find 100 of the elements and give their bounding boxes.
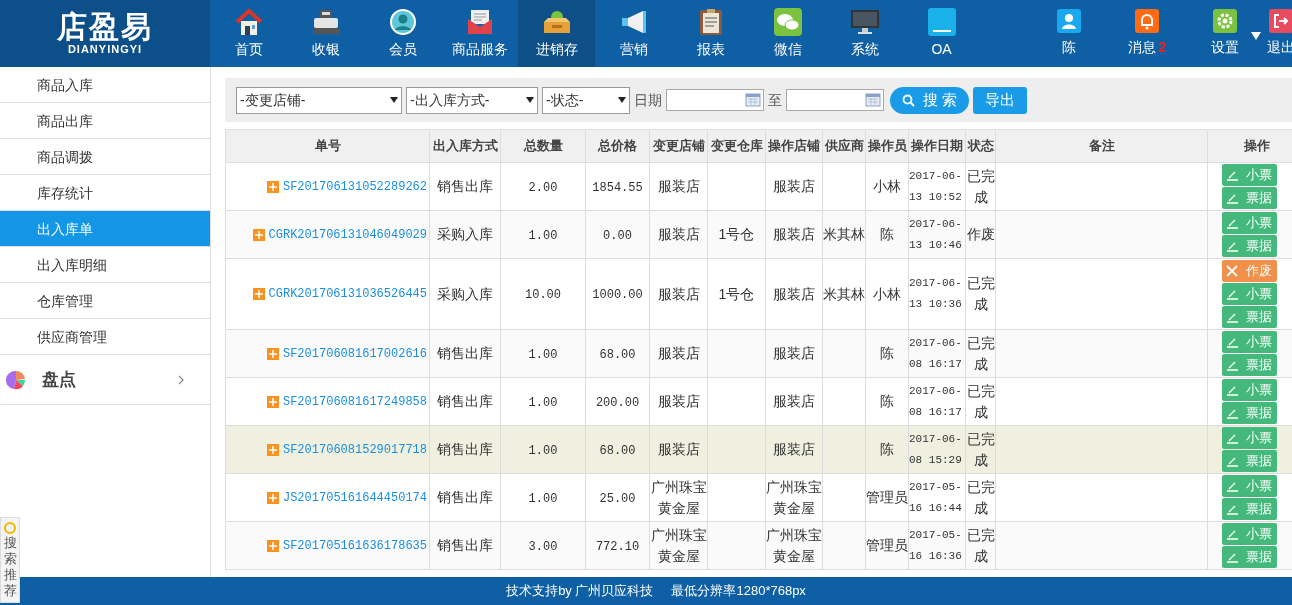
table-cell: 1.00 xyxy=(528,491,558,506)
pencil-icon xyxy=(1226,311,1238,323)
table-cell-text: 服装店 xyxy=(656,177,701,196)
nav-item[interactable]: 商品服务 xyxy=(441,0,518,67)
nav-item[interactable]: 收银 xyxy=(287,0,364,67)
end-date-field[interactable] xyxy=(786,89,884,111)
column-header: 操作日期 xyxy=(908,129,966,163)
sidebar-item[interactable]: 商品调拨 xyxy=(0,139,210,175)
expand-plus-icon[interactable] xyxy=(266,395,279,408)
column-header: 操作店铺 xyxy=(765,129,823,163)
logo-title: 店盈易 xyxy=(57,11,153,43)
sidebar-group[interactable]: 盘点 xyxy=(0,355,210,405)
table-cell: 销售出库 xyxy=(437,178,493,194)
table-cell: 小林 xyxy=(873,178,901,194)
column-header: 操作 xyxy=(1207,129,1292,163)
table-cell: 1号仓 xyxy=(718,285,755,302)
sidebar-item[interactable]: 商品出库 xyxy=(0,103,210,139)
table-cell-text: 广州珠宝黄金屋 xyxy=(766,525,822,566)
table-cell: 1.00 xyxy=(528,347,558,362)
table-cell-text: 服装店 xyxy=(656,225,701,244)
pencil-icon xyxy=(1226,240,1238,252)
pencil-icon xyxy=(1226,432,1238,444)
order-number-link[interactable]: CGRK201706131036526445 xyxy=(268,285,427,303)
nav-item[interactable]: 首页 xyxy=(210,0,287,67)
table-row[interactable]: SF201706081529017718 销售出库 1.00 68.00 服装店 服装店 陈 2017-06-08 15:29 已完成 小票 票据 xyxy=(225,425,1292,474)
calendar-icon xyxy=(745,93,761,107)
sidebar-item[interactable]: 出入库明细 xyxy=(0,247,210,283)
table-cell: 1.00 xyxy=(528,228,558,243)
filter-dropdown[interactable]: -变更店铺- xyxy=(236,86,402,114)
table-cell-text: 2017-06-13 10:52 xyxy=(909,168,963,205)
pencil-icon xyxy=(1226,169,1238,181)
table-cell-text: 2017-06-13 10:36 xyxy=(909,276,963,312)
table-cell: 1号仓 xyxy=(718,226,755,242)
table-cell-text: 2017-05-16 16:36 xyxy=(909,527,963,564)
expand-plus-icon[interactable] xyxy=(252,228,265,241)
start-date-field[interactable] xyxy=(666,89,764,111)
table-cell: 0.00 xyxy=(603,228,632,243)
chat-bubbles-icon xyxy=(772,7,803,36)
column-header: 总数量 xyxy=(500,129,586,163)
date-separator: 至 xyxy=(768,90,782,110)
table-cell-text: 服装店 xyxy=(656,440,701,459)
person-circle-icon xyxy=(387,7,418,36)
table-cell-text: 作废 xyxy=(966,225,995,244)
pencil-icon xyxy=(1226,288,1238,300)
search-recommend-widget[interactable]: 搜索推荐 xyxy=(0,517,20,603)
table-cell: 200.00 xyxy=(595,395,640,410)
sidebar-item[interactable]: 供应商管理 xyxy=(0,319,210,355)
expand-plus-icon[interactable] xyxy=(266,347,279,360)
table-cell: 68.00 xyxy=(599,347,636,362)
expand-plus-icon[interactable] xyxy=(266,491,279,504)
column-header: 操作员 xyxy=(865,129,909,163)
table-cell: 小林 xyxy=(873,285,901,302)
table-cell-text: 服装店 xyxy=(772,177,816,196)
pencil-icon xyxy=(1226,455,1238,467)
calendar-icon xyxy=(865,93,881,107)
table-cell: 25.00 xyxy=(599,491,636,506)
nav-item[interactable]: 系统 xyxy=(826,0,903,67)
table-cell-text: 已完成 xyxy=(966,477,995,518)
nav-item[interactable]: 报表 xyxy=(672,0,749,67)
nav-item[interactable]: 微信 xyxy=(749,0,826,67)
sidebar-item[interactable]: 商品入库 xyxy=(0,67,210,103)
user-menu-item[interactable]: 退出 xyxy=(1264,0,1292,67)
table-row[interactable]: SF201706081617249858 销售出库 1.00 200.00 服装店 服装店 陈 2017-06-08 16:17 已完成 小票 票据 xyxy=(225,377,1292,426)
monitor-icon xyxy=(849,7,880,36)
table-cell: 陈 xyxy=(880,345,894,361)
nav-item[interactable]: 会员 xyxy=(364,0,441,67)
table-cell-text: 服装店 xyxy=(772,225,816,244)
table-cell: 772.10 xyxy=(595,539,640,554)
user-menu-item[interactable]: 设置 xyxy=(1186,0,1264,67)
table-cell: 米其林 xyxy=(823,226,865,242)
pie-chart-icon xyxy=(6,369,26,390)
nav-item[interactable]: 进销存 xyxy=(518,0,595,67)
filter-dropdown[interactable]: -出入库方式- xyxy=(406,86,538,114)
table-cell: 68.00 xyxy=(599,443,636,458)
user-menu-item[interactable]: 陈 xyxy=(1030,0,1108,67)
column-header: 变更店铺 xyxy=(649,129,708,163)
table-cell: 采购入库 xyxy=(437,285,493,302)
pencil-icon xyxy=(1226,503,1238,515)
table-cell-text: 服装店 xyxy=(772,440,816,459)
table-cell-text: 已完成 xyxy=(966,333,995,374)
table-cell-text: 2017-06-08 16:17 xyxy=(909,383,963,420)
table-cell-text: 服装店 xyxy=(656,344,701,363)
user-menu-item[interactable]: 消息 2 xyxy=(1108,0,1186,67)
sidebar-item[interactable]: 仓库管理 xyxy=(0,283,210,319)
pencil-icon xyxy=(1226,192,1238,204)
expand-plus-icon[interactable] xyxy=(266,180,279,193)
table-cell: 1854.55 xyxy=(592,180,643,195)
expand-plus-icon[interactable] xyxy=(266,443,279,456)
nav-item[interactable]: 营销 xyxy=(595,0,672,67)
caret-icon xyxy=(390,97,398,103)
nav-item[interactable]: OA xyxy=(903,0,980,67)
pencil-icon xyxy=(1226,336,1238,348)
expand-plus-icon[interactable] xyxy=(252,288,265,300)
filter-dropdown[interactable]: -状态- xyxy=(542,86,630,114)
cash-register-icon xyxy=(310,7,341,36)
table-cell: 1.00 xyxy=(528,395,558,410)
table-cell-text: 已完成 xyxy=(966,381,995,422)
user-icon xyxy=(1057,9,1081,33)
table-row[interactable]: SF201706081617002616 销售出库 1.00 68.00 服装店 服装店 陈 2017-06-08 16:17 已完成 小票 票据 xyxy=(225,329,1292,378)
expand-plus-icon[interactable] xyxy=(266,539,279,552)
